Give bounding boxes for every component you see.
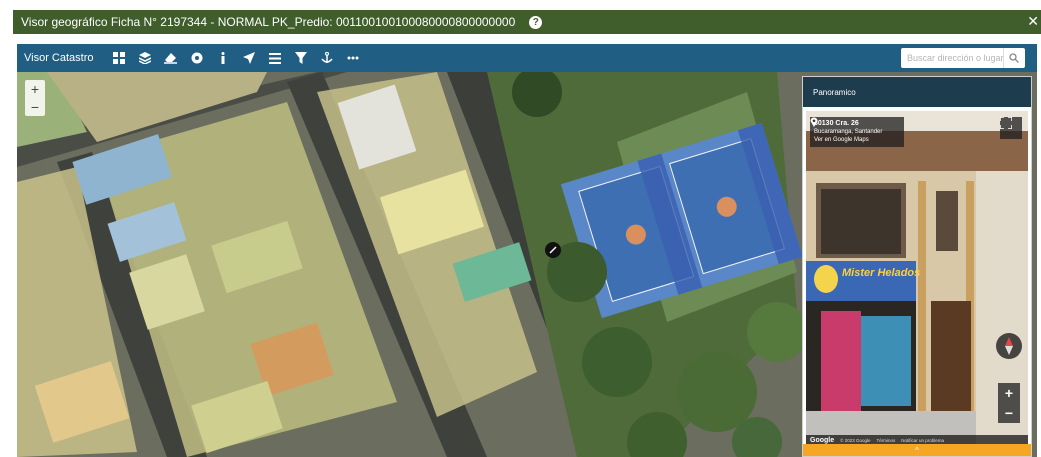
report-problem-link[interactable]: Notificar un problema [901,438,944,443]
view-in-maps-link[interactable]: Ver en Google Maps [814,136,900,144]
google-logo: Google [810,436,835,444]
collapse-icon: ^ [915,445,919,455]
address-card: 30130 Cra. 26 Bucaramanga, Santander Ver… [810,117,904,147]
search-icon[interactable] [1003,48,1023,68]
map-canvas[interactable]: + − Panoramico Mister Helados 30130 Cra.… [17,72,1037,457]
help-icon[interactable]: ? [529,15,543,29]
more-icon[interactable] [344,49,362,67]
map-toolbar: Visor Catastro [17,44,1037,72]
street-view-image: Mister Helados [806,111,1028,445]
location-pin-icon[interactable] [810,117,818,127]
panorama-header: Panoramico [803,77,1031,107]
map-zoom-in-button[interactable]: + [25,80,45,98]
target-icon[interactable] [188,49,206,67]
street-view[interactable]: Mister Helados 30130 Cra. 26 Bucaramanga… [806,111,1028,445]
panorama-zoom-control: + − [998,383,1020,423]
panorama-zoom-out-button[interactable]: − [998,403,1020,423]
navigate-icon[interactable] [240,49,258,67]
search-input[interactable] [901,53,1003,63]
fullscreen-icon [1000,117,1012,129]
map-zoom-control: + − [25,80,45,116]
toolbar-title: Visor Catastro [24,52,94,64]
grid-icon[interactable] [110,49,128,67]
info-icon[interactable] [214,49,232,67]
copyright-text: © 2023 Google [840,437,871,443]
panorama-title: Panoramico [813,87,856,97]
panorama-zoom-in-button[interactable]: + [998,383,1020,403]
list-icon[interactable] [266,49,284,67]
terms-link[interactable]: Términos [876,438,895,443]
address-city: Bucaramanga, Santander [814,129,883,135]
map-zoom-out-button[interactable]: − [25,98,45,116]
window-title: Visor geográfico Ficha N° 2197344 - NORM… [21,15,516,29]
eraser-icon[interactable] [162,49,180,67]
panorama-panel: Panoramico Mister Helados 30130 Cra. 26 … [802,76,1032,457]
panel-collapse-bar[interactable]: ^ [803,444,1031,456]
search-box [901,48,1025,68]
address-street: 30130 Cra. 26 [814,120,859,127]
anchor-icon[interactable] [318,49,336,67]
shop-sign-text: Mister Helados [842,267,920,279]
window-titlebar: Visor geográfico Ficha N° 2197344 - NORM… [13,10,1041,34]
close-icon[interactable]: ✕ [1027,13,1039,30]
compass-icon[interactable] [996,333,1022,359]
layers-icon[interactable] [136,49,154,67]
fullscreen-button[interactable] [1000,117,1022,139]
filter-icon[interactable] [292,49,310,67]
